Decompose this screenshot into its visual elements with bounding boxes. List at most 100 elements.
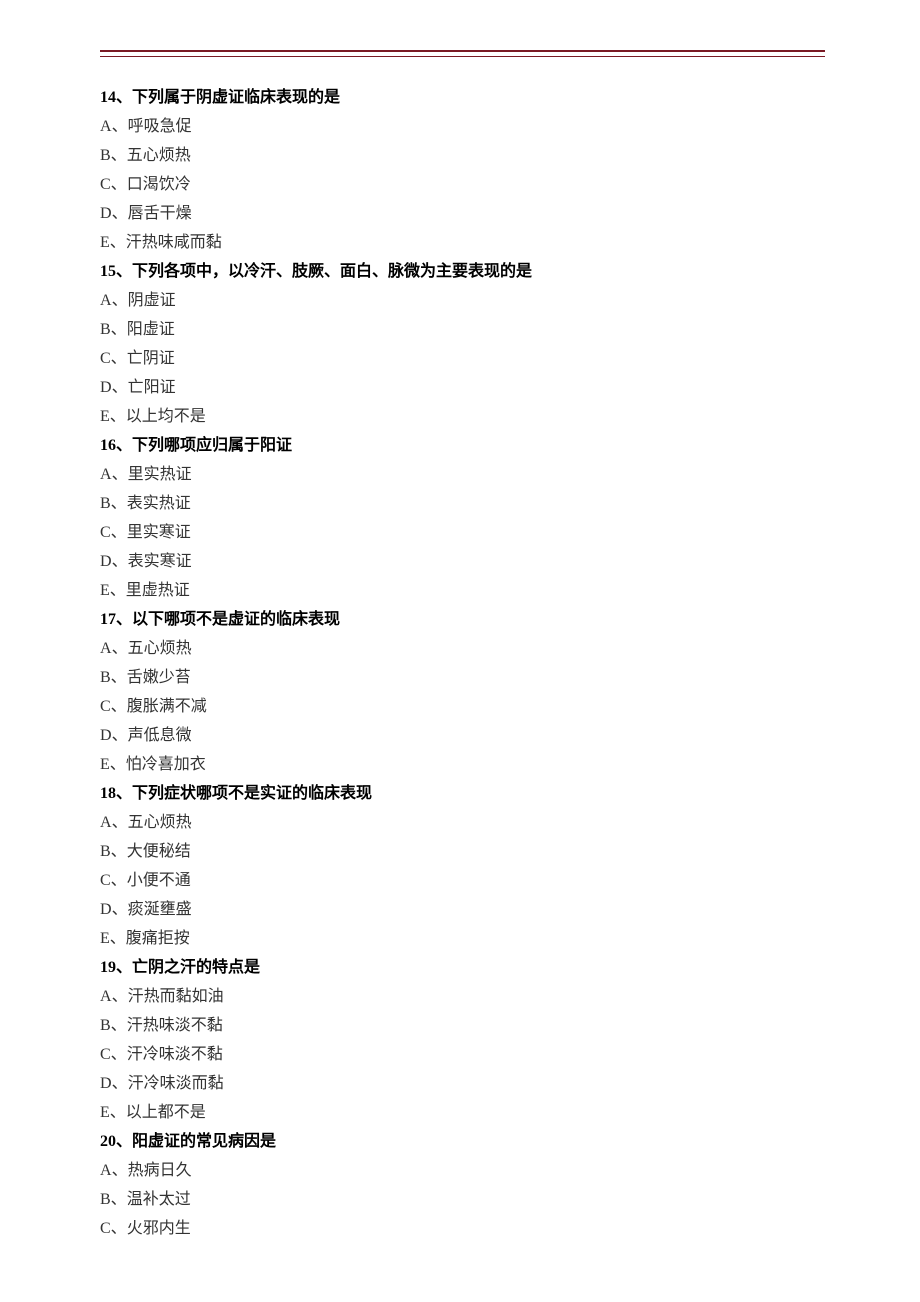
option-text: 阴虚证 [128,292,176,309]
answer-option: A、热病日久 [100,1156,825,1185]
option-label: E [100,234,110,251]
question-text: 、下列哪项应归属于阳证 [116,437,292,454]
option-separator: 、 [112,205,128,222]
question-title: 16、下列哪项应归属于阳证 [100,431,825,460]
answer-option: E、汗热味咸而黏 [100,228,825,257]
answer-option: C、里实寒证 [100,518,825,547]
option-label: C [100,1046,111,1063]
question-block: 19、亡阴之汗的特点是A、汗热而黏如油B、汗热味淡不黏C、汗冷味淡不黏D、汗冷味… [100,953,825,1127]
option-label: B [100,147,111,164]
option-text: 里实热证 [128,466,192,483]
option-label: C [100,872,111,889]
option-text: 里实寒证 [127,524,191,541]
answer-option: B、大便秘结 [100,837,825,866]
option-separator: 、 [112,553,128,570]
answer-option: A、五心烦热 [100,808,825,837]
option-label: A [100,640,112,657]
question-list: 14、下列属于阴虚证临床表现的是A、呼吸急促B、五心烦热C、口渴饮冷D、唇舌干燥… [100,83,825,1243]
option-text: 亡阳证 [128,379,176,396]
option-label: C [100,350,111,367]
option-text: 以上都不是 [126,1104,206,1121]
option-label: E [100,582,110,599]
option-text: 舌嫩少苔 [127,669,191,686]
option-text: 汗冷味淡而黏 [128,1075,224,1092]
question-title: 15、下列各项中，以冷汗、肢厥、面白、脉微为主要表现的是 [100,257,825,286]
option-separator: 、 [111,147,127,164]
option-separator: 、 [110,1104,126,1121]
option-separator: 、 [112,640,128,657]
answer-option: C、汗冷味淡不黏 [100,1040,825,1069]
option-label: C [100,1220,111,1237]
option-separator: 、 [112,901,128,918]
option-label: D [100,553,112,570]
option-text: 五心烦热 [128,814,192,831]
option-separator: 、 [111,524,127,541]
option-label: E [100,1104,110,1121]
question-number: 16 [100,437,116,454]
option-text: 温补太过 [127,1191,191,1208]
option-label: A [100,466,112,483]
answer-option: E、腹痛拒按 [100,924,825,953]
option-separator: 、 [111,698,127,715]
answer-option: C、火邪内生 [100,1214,825,1243]
option-label: E [100,408,110,425]
question-number: 15 [100,263,116,280]
answer-option: B、五心烦热 [100,141,825,170]
option-label: A [100,814,112,831]
answer-option: B、温补太过 [100,1185,825,1214]
answer-option: C、小便不通 [100,866,825,895]
option-text: 声低息微 [128,727,192,744]
option-text: 怕冷喜加衣 [126,756,206,773]
option-text: 口渴饮冷 [127,176,191,193]
question-text: 、亡阴之汗的特点是 [116,959,260,976]
question-number: 19 [100,959,116,976]
option-separator: 、 [112,1075,128,1092]
answer-option: E、怕冷喜加衣 [100,750,825,779]
question-title: 14、下列属于阴虚证临床表现的是 [100,83,825,112]
option-text: 腹胀满不减 [127,698,207,715]
question-title: 17、以下哪项不是虚证的临床表现 [100,605,825,634]
document-page: 14、下列属于阴虚证临床表现的是A、呼吸急促B、五心烦热C、口渴饮冷D、唇舌干燥… [0,0,920,1302]
answer-option: C、亡阴证 [100,344,825,373]
option-separator: 、 [112,118,128,135]
answer-option: B、表实热证 [100,489,825,518]
option-label: D [100,901,112,918]
header-rule-bottom [100,56,825,57]
option-separator: 、 [110,234,126,251]
question-block: 15、下列各项中，以冷汗、肢厥、面白、脉微为主要表现的是A、阴虚证B、阳虚证C、… [100,257,825,431]
answer-option: B、汗热味淡不黏 [100,1011,825,1040]
question-number: 17 [100,611,116,628]
option-separator: 、 [112,1162,128,1179]
question-number: 14 [100,89,116,106]
option-label: A [100,292,112,309]
option-label: B [100,669,111,686]
option-text: 热病日久 [128,1162,192,1179]
option-label: E [100,756,110,773]
answer-option: A、汗热而黏如油 [100,982,825,1011]
question-block: 20、阳虚证的常见病因是A、热病日久B、温补太过C、火邪内生 [100,1127,825,1243]
answer-option: A、里实热证 [100,460,825,489]
option-separator: 、 [110,582,126,599]
option-text: 火邪内生 [127,1220,191,1237]
option-label: B [100,495,111,512]
option-separator: 、 [112,988,128,1005]
option-text: 亡阴证 [127,350,175,367]
option-text: 汗热而黏如油 [128,988,224,1005]
option-text: 小便不通 [127,872,191,889]
answer-option: E、以上都不是 [100,1098,825,1127]
option-label: A [100,118,112,135]
answer-option: E、里虚热证 [100,576,825,605]
question-text: 、阳虚证的常见病因是 [116,1133,276,1150]
option-text: 呼吸急促 [128,118,192,135]
answer-option: D、唇舌干燥 [100,199,825,228]
answer-option: D、亡阳证 [100,373,825,402]
option-label: D [100,1075,112,1092]
answer-option: A、呼吸急促 [100,112,825,141]
option-text: 汗热味淡不黏 [127,1017,223,1034]
option-separator: 、 [110,408,126,425]
option-text: 汗冷味淡不黏 [127,1046,223,1063]
option-label: A [100,988,112,1005]
option-text: 痰涎壅盛 [128,901,192,918]
option-separator: 、 [112,379,128,396]
option-label: C [100,524,111,541]
